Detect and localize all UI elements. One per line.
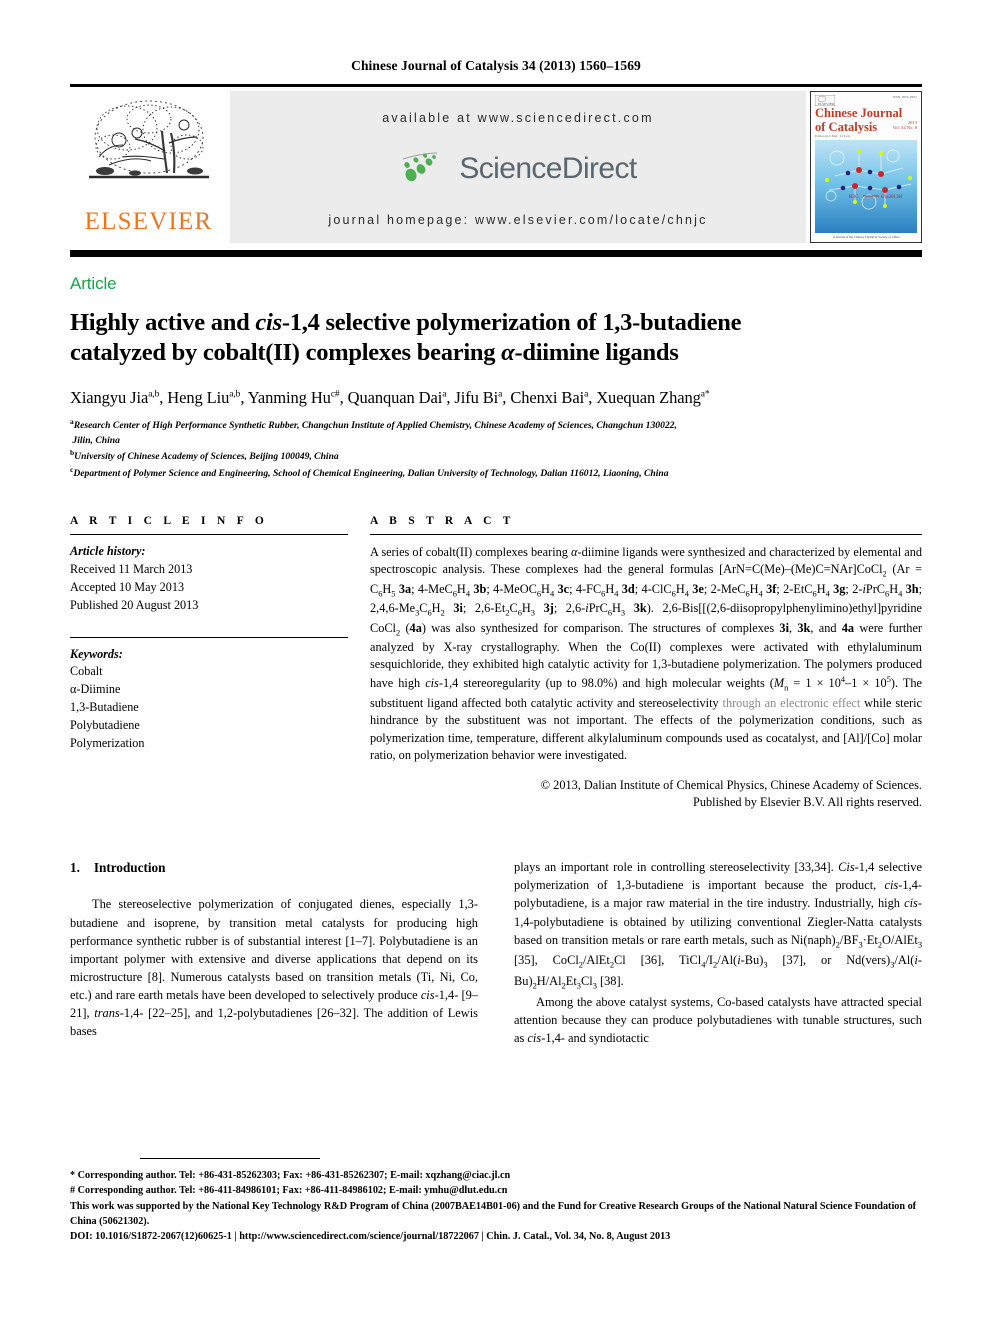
svg-text:H3C: H3C [849,195,859,200]
article-info-heading: A R T I C L E I N F O [70,514,269,527]
published-date: Published 20 August 2013 [70,597,199,612]
journal-article-page: Chinese Journal of Catalysis 34 (2013) 1… [0,0,992,1323]
title-line2-italic: α [501,338,515,366]
article-info-column: A R T I C L E I N F O Article history: R… [70,515,348,812]
article-history-label: Article history: [70,543,146,558]
cover-issn: ISSN 1872-2067 [892,95,917,99]
intro-paragraph-left: The stereoselective polymerization of co… [70,897,479,1039]
article-content: Article Highly active and cis-1,4 select… [70,274,922,1047]
journal-cover-thumbnail: ELSEVIER ISSN 1872-2067 Chinese Journal … [810,91,922,243]
page-title: Highly active and cis-1,4 selective poly… [70,308,922,368]
affiliation-c: cDepartment of Polymer Science and Engin… [70,464,669,480]
cover-artwork: H3C O\u2013H [815,139,917,233]
affiliation-b: bUniversity of Chinese Academy of Scienc… [70,448,339,463]
elsevier-logo-block: ELSEVIER [70,91,227,243]
copyright-line2: Published by Elsevier B.V. All rights re… [693,795,922,810]
abstract-column: A B S T R A C T A series of cobalt(II) c… [370,515,922,812]
affiliation-a-cont: Jilin, China [70,434,922,448]
keyword-item: α-Diimine [70,682,121,697]
section-number: 1. [70,860,80,876]
keyword-item: Cobalt [70,664,103,679]
keywords-block: Keywords: Cobalt α-Diimine 1,3-Butadiene… [70,646,348,754]
cover-editor-line: Editor-in-Chief: Li Can [815,133,850,138]
cover-footer-caption: A Journal of the Chinese Chemical Societ… [832,235,900,239]
affiliation-a-text2: Jilin, China [72,434,120,446]
sciencedirect-leaf-icon [403,152,438,182]
article-info-rule [70,533,348,535]
article-history: Article history: Received 11 March 2013 … [70,543,348,615]
section-heading-introduction: 1. Introduction [70,858,478,877]
masthead-bottom-rule [70,250,922,257]
keyword-item: Polybutadiene [70,718,140,733]
abstract-heading: A B S T R A C T [370,514,515,527]
abstract-gray-phrase: through an electronic effect [718,695,865,710]
info-abstract-row: A R T I C L E I N F O Article history: R… [70,515,922,812]
title-line2-post: -diimine ligands [514,338,679,366]
sciencedirect-wordmark: ScienceDirect [459,152,637,185]
abstract-text: A series of cobalt(II) complexes bearing… [370,544,923,763]
body-column-right: plays an important role in controlling s… [514,858,922,1047]
cover-top-row: ELSEVIER ISSN 1872-2067 [815,95,917,106]
intro-paragraph-right-1: plays an important role in controlling s… [514,860,922,991]
keyword-item: 1,3-Butadiene [70,700,139,715]
funding-note: This work was supported by the National … [70,1200,917,1227]
cover-title-row2: of Catalysis 2013 Vol. 34 No. 8 [815,120,917,134]
title-line1-pre: Highly active and [70,309,256,336]
body-column-left: 1. Introduction The stereoselective polym… [70,858,478,1047]
title-line2-pre: catalyzed by cobalt(II) complexes bearin… [70,338,502,366]
cover-molecule-graphic: H3C O\u2013H [825,148,912,209]
keyword-item: Polymerization [70,736,145,751]
cover-volume: Vol. 34 No. 8 [892,125,917,131]
sciencedirect-banner: available at www.sciencedirect.com Scien… [230,91,806,243]
corresponding-author-2: # Corresponding author. Tel: +86-411-849… [70,1185,508,1197]
title-line1-post: -1,4 selective polymerization of 1,3-but… [281,309,742,336]
column-gap [348,515,370,812]
cover-elsevier-mini-icon: ELSEVIER [815,95,835,106]
footnotes-block: * Corresponding author. Tel: +86-431-852… [70,1168,922,1244]
copyright-line1: © 2013, Dalian Institute of Chemical Phy… [540,777,922,792]
footnote-separator-rule [140,1158,320,1159]
affiliation-a-text: Research Center of High Performance Synt… [73,419,677,431]
title-line1-italic: cis [255,309,282,336]
elsevier-tree-icon [88,100,209,179]
cover-title-line2: of Catalysis [815,119,878,134]
body-column-gap [478,858,514,1047]
cover-title-line1: Chinese Journal [815,106,903,120]
affiliation-list: aResearch Center of High Performance Syn… [70,417,922,481]
affiliation-b-text: University of Chinese Academy of Science… [74,451,339,463]
accepted-date: Accepted 10 May 2013 [70,579,185,594]
abstract-rule [370,533,922,535]
cover-year: 2013 [907,119,917,125]
body-columns: 1. Introduction The stereoselective polym… [70,858,922,1047]
doi-line[interactable]: DOI: 10.1016/S1872-2067(12)60625-1 | htt… [70,1229,922,1244]
cover-year-volume: 2013 Vol. 34 No. 8 [892,120,917,131]
affiliation-a: aResearch Center of High Performance Syn… [70,416,677,431]
available-at-text: available at www.sciencedirect.com [382,111,654,125]
section-title: Introduction [93,860,166,876]
corresponding-author-1: * Corresponding author. Tel: +86-431-852… [70,1170,511,1181]
journal-masthead: ELSEVIER available at www.sciencedirect.… [70,84,922,243]
journal-homepage-text: journal homepage: www.elsevier.com/locat… [328,213,708,227]
keywords-label: Keywords: [70,646,123,661]
elsevier-wordmark: ELSEVIER [84,208,213,235]
author-list: Xiangyu Jiaa,b, Heng Liua,b, Yanming Huc… [70,387,710,407]
running-head: Chinese Journal of Catalysis 34 (2013) 1… [351,58,641,73]
svg-text:O\u2013H: O\u2013H [881,195,903,200]
affiliation-c-text: Department of Polymer Science and Engine… [73,468,669,480]
received-date: Received 11 March 2013 [70,561,193,576]
keywords-rule [70,636,348,638]
sciencedirect-logo[interactable]: ScienceDirect [399,151,637,187]
copyright-block: © 2013, Dalian Institute of Chemical Phy… [370,777,922,813]
article-type-label: Article [70,274,117,293]
intro-paragraph-right-2: Among the above catalyst systems, Co-bas… [514,994,922,1046]
